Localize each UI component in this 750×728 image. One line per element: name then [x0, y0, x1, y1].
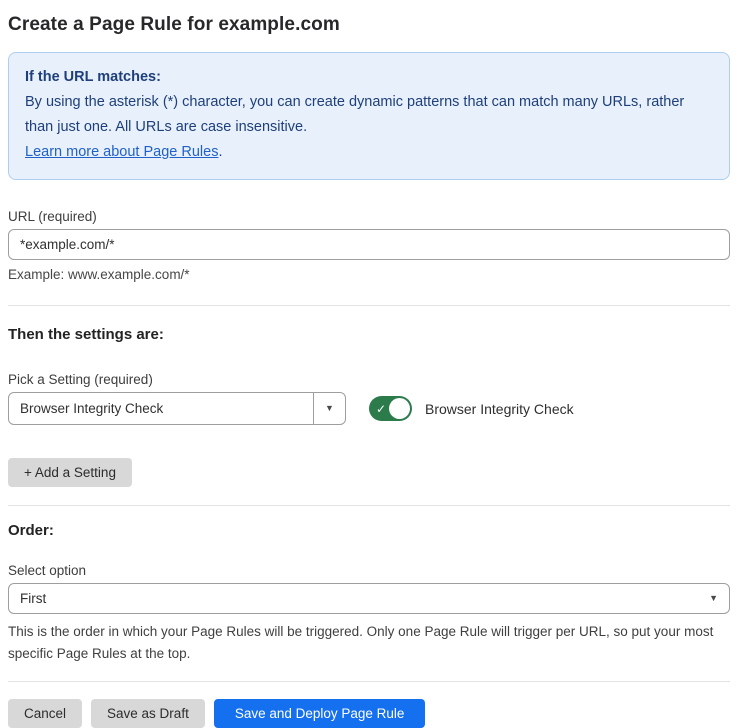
setting-dropdown[interactable]: Browser Integrity Check ▼ — [8, 392, 346, 425]
order-helper-text: This is the order in which your Page Rul… — [8, 621, 730, 665]
divider-url-section — [8, 305, 730, 306]
toggle-knob — [389, 398, 410, 419]
order-select-label: Select option — [8, 563, 730, 578]
order-select-value: First — [20, 591, 709, 606]
page-rule-form: Create a Page Rule for example.com If th… — [0, 0, 750, 728]
divider-settings-section — [8, 505, 730, 506]
info-box-heading: If the URL matches: — [25, 65, 713, 90]
chevron-down-icon: ▼ — [325, 404, 334, 413]
order-heading: Order: — [8, 522, 730, 539]
check-icon: ✓ — [376, 402, 386, 416]
info-box-link-line: Learn more about Page Rules. — [25, 140, 713, 165]
save-deploy-button[interactable]: Save and Deploy Page Rule — [214, 699, 426, 728]
order-select[interactable]: First ▼ — [8, 583, 730, 614]
add-setting-button[interactable]: + Add a Setting — [8, 458, 132, 487]
link-suffix: . — [218, 144, 222, 160]
url-helper-text: Example: www.example.com/* — [8, 267, 730, 282]
setting-picker-label: Pick a Setting (required) — [8, 372, 730, 387]
save-draft-button[interactable]: Save as Draft — [91, 699, 205, 728]
url-label: URL (required) — [8, 209, 730, 224]
url-match-info-box: If the URL matches: By using the asteris… — [8, 52, 730, 180]
setting-toggle[interactable]: ✓ — [369, 396, 412, 421]
settings-heading: Then the settings are: — [8, 326, 730, 343]
divider-footer — [8, 681, 730, 682]
learn-more-link[interactable]: Learn more about Page Rules — [25, 144, 218, 160]
setting-dropdown-value: Browser Integrity Check — [9, 393, 313, 424]
setting-dropdown-arrow-button[interactable]: ▼ — [313, 393, 345, 424]
info-box-body: By using the asterisk (*) character, you… — [25, 90, 713, 140]
chevron-down-icon: ▼ — [709, 594, 718, 603]
cancel-button[interactable]: Cancel — [8, 699, 82, 728]
setting-row: Browser Integrity Check ▼ ✓ Browser Inte… — [8, 392, 730, 425]
page-title: Create a Page Rule for example.com — [8, 13, 730, 37]
footer-actions: Cancel Save as Draft Save and Deploy Pag… — [8, 699, 730, 728]
url-input[interactable] — [8, 229, 730, 260]
setting-toggle-label: Browser Integrity Check — [425, 401, 574, 417]
